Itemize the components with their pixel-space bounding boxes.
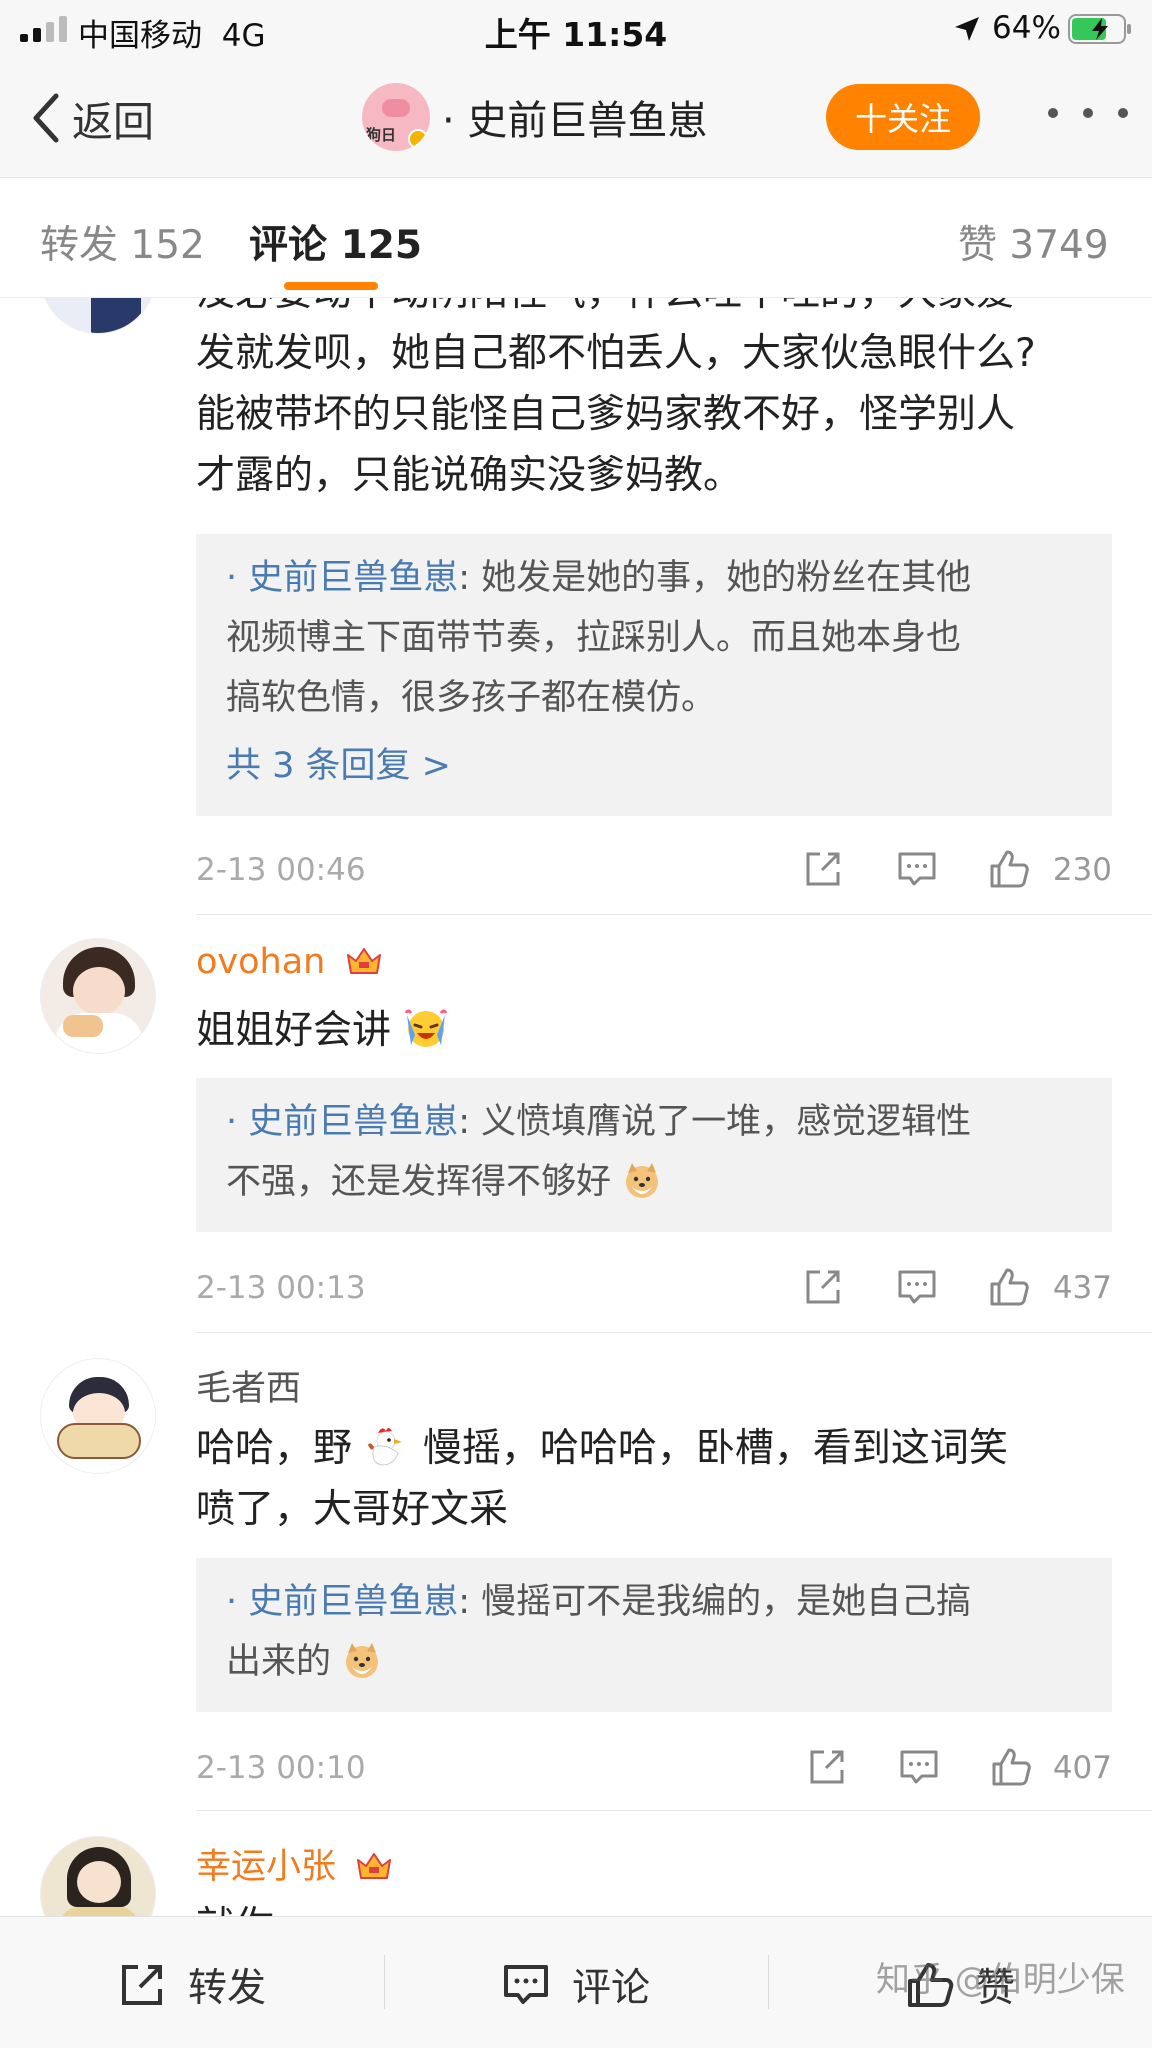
comment-line: 发就发呗，她自己都不怕丢人，大家伙急眼什么? xyxy=(196,331,1036,376)
reply-line: 视频博主下面带节奏，拉踩别人。而且她本身也 xyxy=(226,618,962,658)
avatar[interactable] xyxy=(40,1836,156,1916)
tab-likes[interactable]: 赞 3749 xyxy=(958,214,1109,270)
author-avatar[interactable]: 狗日 xyxy=(362,83,430,151)
comment-text: 没必要动不动阴阳怪气，什么吐不吐的，大家爱 发就发呗，她自己都不怕丢人，大家伙急… xyxy=(196,298,1116,506)
commenter-name[interactable]: ovohan xyxy=(196,942,383,982)
share-icon[interactable] xyxy=(802,1266,844,1308)
comment-time: 2-13 00:10 xyxy=(196,1750,366,1786)
comment-text: 哈哈，野 慢摇，哈哈哈，卧槽，看到这词笑 喷了，大哥好文采 xyxy=(196,1418,1116,1540)
share-icon[interactable] xyxy=(802,848,844,890)
top-nav-bar: 返回 狗日 · 史前巨兽鱼崽 十关注 xyxy=(0,58,1152,178)
comment-line: 能被带坏的只能怪自己爹妈家教不好，怪学别人 xyxy=(196,392,1016,437)
separator xyxy=(768,1955,769,2009)
reply-box[interactable]: · 史前巨兽鱼崽: 义愤填膺说了一堆，感觉逻辑性 不强，还是发挥得不够好 xyxy=(196,1078,1112,1232)
repost-label: 转发 xyxy=(188,1966,267,2011)
comment-meta: 2-13 00:46 230 xyxy=(196,846,1112,896)
avatar-caption: 狗日 xyxy=(366,126,397,144)
reply-author[interactable]: · 史前巨兽鱼崽 xyxy=(226,1582,458,1622)
status-bar: 中国移动 4G 上午 11:54 64% xyxy=(0,0,1152,58)
pig-snout-icon xyxy=(382,99,410,117)
comment-label: 评论 xyxy=(572,1966,651,2011)
location-arrow-icon xyxy=(955,17,979,41)
vip-crown-icon xyxy=(357,1853,392,1879)
laughing-tears-emoji-icon xyxy=(405,1009,448,1047)
tab-comments[interactable]: 评论 125 xyxy=(249,214,422,270)
tab-reposts[interactable]: 转发 152 xyxy=(40,214,205,270)
thumbs-up-icon[interactable] xyxy=(988,1266,1030,1308)
divider xyxy=(196,914,1152,915)
avatar[interactable] xyxy=(40,1358,156,1474)
comment-text: 就你 xyxy=(196,1896,1116,1916)
reply-line: · 史前巨兽鱼崽: 慢摇可不是我编的，是她自己搞 xyxy=(226,1582,972,1622)
comment-text: 姐姐好会讲 xyxy=(196,1000,1116,1061)
commenter-name[interactable]: 毛者西 xyxy=(196,1360,301,1411)
rooster-emoji-icon xyxy=(368,1428,403,1466)
reply-line: 不强，还是发挥得不够好 xyxy=(226,1152,1082,1212)
avatar[interactable] xyxy=(40,938,156,1054)
battery-percentage: 64% xyxy=(992,10,1061,46)
comment-icon xyxy=(504,1965,548,2004)
verified-badge-icon xyxy=(408,129,428,149)
thumbs-up-icon[interactable] xyxy=(988,848,1030,890)
reply-box[interactable]: · 史前巨兽鱼崽: 慢摇可不是我编的，是她自己搞 出来的 xyxy=(196,1558,1112,1712)
chevron-left-icon xyxy=(33,93,59,143)
reply-line: · 史前巨兽鱼崽: 她发是她的事，她的粉丝在其他 xyxy=(226,558,972,598)
back-label: 返回 xyxy=(72,98,154,146)
reply-author[interactable]: · 史前巨兽鱼崽 xyxy=(226,558,458,598)
reply-comment-icon[interactable] xyxy=(898,1746,940,1788)
reply-author[interactable]: · 史前巨兽鱼崽 xyxy=(226,1102,458,1142)
comment-button[interactable]: 评论 xyxy=(502,1957,650,2013)
avatar[interactable] xyxy=(40,298,156,334)
reply-line: 出来的 xyxy=(226,1632,1082,1692)
reply-comment-icon[interactable] xyxy=(896,1266,938,1308)
vip-crown-icon xyxy=(346,948,381,974)
comment-time: 2-13 00:13 xyxy=(196,1270,366,1306)
divider xyxy=(196,1810,1152,1811)
reply-line: 搞软色情，很多孩子都在模仿。 xyxy=(226,678,717,718)
like-count: 407 xyxy=(1052,1750,1112,1786)
share-icon[interactable] xyxy=(806,1746,848,1788)
reply-line: · 史前巨兽鱼崽: 义愤填膺说了一堆，感觉逻辑性 xyxy=(226,1102,972,1142)
battery-charging-icon xyxy=(1068,14,1131,44)
comment-line: 喷了，大哥好文采 xyxy=(196,1487,509,1532)
author-profile[interactable]: 狗日 · 史前巨兽鱼崽 xyxy=(362,82,707,152)
reply-comment-icon[interactable] xyxy=(896,848,938,890)
like-count: 230 xyxy=(1052,852,1112,888)
comment-time: 2-13 00:46 xyxy=(196,852,366,888)
comment-meta: 2-13 00:10 407 xyxy=(196,1744,1112,1794)
comment-meta: 2-13 00:13 437 xyxy=(196,1264,1112,1314)
view-replies-link[interactable]: 共 3 条回复 > xyxy=(226,736,1082,796)
thumbs-up-icon[interactable] xyxy=(990,1746,1032,1788)
reply-box[interactable]: · 史前巨兽鱼崽: 她发是她的事，她的粉丝在其他 视频博主下面带节奏，拉踩别人。… xyxy=(196,534,1112,816)
share-icon xyxy=(122,1965,162,2005)
follow-button[interactable]: 十关注 xyxy=(826,84,980,150)
active-tab-indicator xyxy=(284,282,378,290)
comment-line: 没必要动不动阴阳怪气，什么吐不吐的，大家爱 xyxy=(196,298,1116,323)
watermark-text: 知乎 @伯明少保 xyxy=(876,1960,1125,2000)
tab-bar: 转发 152 评论 125 赞 3749 xyxy=(0,178,1152,298)
divider xyxy=(196,1332,1152,1333)
commenter-name[interactable]: 幸运小张 xyxy=(196,1838,393,1889)
comment-line: 才露的，只能说确实没爹妈教。 xyxy=(196,453,743,498)
author-name[interactable]: · 史前巨兽鱼崽 xyxy=(442,88,707,146)
repost-button[interactable]: 转发 xyxy=(118,1957,266,2013)
back-button[interactable]: 返回 xyxy=(28,88,154,148)
more-options-icon[interactable] xyxy=(1048,108,1128,128)
comment-line: 哈哈，野 慢摇，哈哈哈，卧槽，看到这词笑 xyxy=(196,1418,1116,1479)
doge-emoji-icon xyxy=(346,1643,379,1678)
separator xyxy=(384,1955,385,2009)
comment-list[interactable]: 没必要动不动阴阳怪气，什么吐不吐的，大家爱 发就发呗，她自己都不怕丢人，大家伙急… xyxy=(0,298,1152,1916)
doge-emoji-icon xyxy=(626,1163,659,1198)
like-count: 437 xyxy=(1052,1270,1112,1306)
